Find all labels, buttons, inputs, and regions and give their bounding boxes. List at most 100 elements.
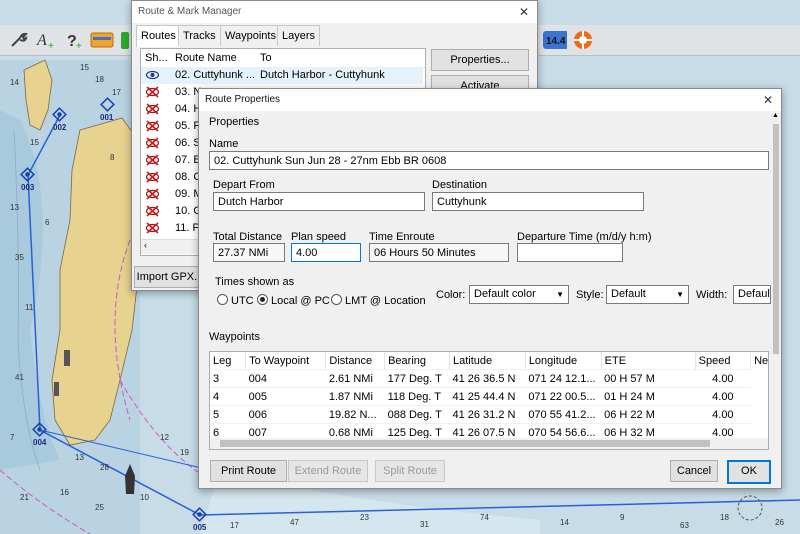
waypoint-cell: 004 <box>245 369 326 388</box>
waypoints-table[interactable]: Leg To Waypoint Distance Bearing Latitude Lon… <box>209 351 769 450</box>
departure-time-field[interactable] <box>517 243 623 262</box>
hidden-eye-icon[interactable] <box>145 222 160 234</box>
chevron-down-icon: ▼ <box>676 290 684 299</box>
layers-icon[interactable] <box>90 28 114 52</box>
svg-text:17: 17 <box>112 88 121 97</box>
depart-from-field[interactable]: Dutch Harbor <box>213 192 425 211</box>
column-header[interactable]: Speed <box>695 352 752 370</box>
scrollbar-thumb[interactable] <box>220 440 710 447</box>
zoom-14-icon[interactable]: 14.4 <box>543 28 567 52</box>
tab-waypoints[interactable]: Waypoints <box>220 25 281 46</box>
route-name: 07. B <box>175 154 201 166</box>
destination-field[interactable]: Cuttyhunk <box>432 192 644 211</box>
waypoint-cell: 5 <box>210 405 246 424</box>
color-select[interactable]: Default color ▼ <box>469 285 569 304</box>
column-shown[interactable]: Sh... <box>145 52 168 64</box>
column-header[interactable]: To Waypoint <box>245 352 327 370</box>
radio-icon[interactable] <box>331 294 342 305</box>
split-route-button[interactable]: Split Route <box>375 460 445 482</box>
svg-text:25: 25 <box>95 503 104 512</box>
cancel-button[interactable]: Cancel <box>670 460 718 482</box>
waypoint-cell: 4.00 <box>695 369 751 388</box>
waypoint-cell: 118 Deg. T <box>384 387 450 406</box>
hidden-eye-icon[interactable] <box>145 137 160 149</box>
svg-text:11: 11 <box>25 303 34 312</box>
waypoint-cell: 3 <box>210 369 246 388</box>
wrench-icon[interactable] <box>6 28 30 52</box>
radio-selected-icon[interactable] <box>257 294 268 305</box>
column-route-name[interactable]: Route Name <box>175 52 237 64</box>
waypoint-cell: 01 H 24 M <box>601 387 696 406</box>
column-header[interactable]: Leg <box>210 352 247 370</box>
lifebuoy-icon[interactable] <box>571 28 595 52</box>
column-header[interactable]: Bearing <box>384 352 450 370</box>
hidden-eye-icon[interactable] <box>145 154 160 166</box>
column-to[interactable]: To <box>260 52 272 64</box>
window-title: Route & Mark Manager ✕ <box>132 1 537 23</box>
svg-text:21: 21 <box>20 493 29 502</box>
battery-icon[interactable] <box>118 28 132 52</box>
waypoint-label: 005 <box>193 523 207 532</box>
hidden-eye-icon[interactable] <box>145 171 160 183</box>
svg-text:26: 26 <box>775 518 784 527</box>
scroll-left-icon[interactable]: ‹ <box>144 240 147 250</box>
scroll-up-icon[interactable]: ▲ <box>772 112 779 119</box>
tab-layers[interactable]: Layers <box>277 25 321 46</box>
scrollbar-thumb[interactable] <box>773 124 779 354</box>
lighthouse-icon <box>64 350 70 366</box>
lmt-location-radio[interactable]: LMT @ Location <box>331 294 426 307</box>
buoy-icon <box>737 495 763 521</box>
dialog-scrollbar[interactable]: ▲ <box>771 112 781 452</box>
route-name: 06. S <box>175 137 201 149</box>
help-icon[interactable]: ? + <box>62 28 86 52</box>
svg-text:28: 28 <box>100 463 109 472</box>
hidden-eye-icon[interactable] <box>145 205 160 217</box>
hidden-eye-icon[interactable] <box>145 86 160 98</box>
hidden-eye-icon[interactable] <box>145 120 160 132</box>
svg-text:16: 16 <box>60 488 69 497</box>
hidden-eye-icon[interactable] <box>145 103 160 115</box>
extend-route-button[interactable]: Extend Route <box>288 460 368 482</box>
ok-button[interactable]: OK <box>727 460 771 484</box>
waypoint-cell: 41 25 44.4 N <box>449 387 526 406</box>
waypoint-row[interactable]: 3 004 2.61 NMi 177 Deg. T 41 26 36.5 N 071 24… <box>210 369 768 388</box>
import-gpx-button[interactable]: Import GPX... <box>134 266 206 288</box>
waypoint-cell: 2.61 NMi <box>325 369 385 388</box>
waypoint-cell: 177 Deg. T <box>384 369 450 388</box>
waypoint-row[interactable]: 5 006 19.82 N... 088 Deg. T 41 26 31.2 N 070 … <box>210 405 768 424</box>
waypoint-label: 001 <box>100 113 114 122</box>
width-select[interactable]: Default <box>733 285 771 304</box>
column-header[interactable]: ETE <box>601 352 696 370</box>
tab-tracks[interactable]: Tracks <box>178 25 221 46</box>
waypoint-row[interactable]: 4 005 1.87 NMi 118 Deg. T 41 25 44.4 N 071 22… <box>210 387 768 406</box>
add-route-icon[interactable]: A + <box>34 28 58 52</box>
utc-radio[interactable]: UTC <box>217 294 254 307</box>
close-icon[interactable]: ✕ <box>763 89 773 111</box>
svg-text:35: 35 <box>15 253 24 262</box>
route-name-field[interactable]: 02. Cuttyhunk Sun Jun 28 - 27nm Ebb BR 0… <box>209 151 769 170</box>
style-select[interactable]: Default ▼ <box>606 285 689 304</box>
column-header[interactable]: Longitude <box>525 352 602 370</box>
local-pc-radio[interactable]: Local @ PC <box>257 294 330 307</box>
properties-button[interactable]: Properties... <box>431 49 529 71</box>
eye-icon[interactable] <box>145 69 160 81</box>
total-distance-field: 27.37 NMi <box>213 243 285 262</box>
time-enroute-label: Time Enroute <box>369 231 435 243</box>
waypoints-hscrollbar[interactable] <box>210 438 768 449</box>
waypoint-cell: 41 26 31.2 N <box>449 405 526 424</box>
radio-icon[interactable] <box>217 294 228 305</box>
column-header[interactable]: Distance <box>325 352 386 370</box>
print-route-button[interactable]: Print Route <box>210 460 287 482</box>
hidden-eye-icon[interactable] <box>145 188 160 200</box>
waypoint-cell: 4 <box>210 387 246 406</box>
plan-speed-field[interactable]: 4.00 <box>291 243 361 262</box>
tab-routes[interactable]: Routes <box>136 25 181 47</box>
svg-text:8: 8 <box>110 153 115 162</box>
route-list-row[interactable]: 02. Cuttyhunk ... Dutch Harbor - Cuttyhun… <box>141 67 423 84</box>
column-header[interactable]: Ne <box>750 352 768 370</box>
svg-text:18: 18 <box>95 75 104 84</box>
svg-text:15: 15 <box>30 138 39 147</box>
close-icon[interactable]: ✕ <box>519 1 529 23</box>
svg-text:17: 17 <box>230 521 239 530</box>
column-header[interactable]: Latitude <box>449 352 526 370</box>
